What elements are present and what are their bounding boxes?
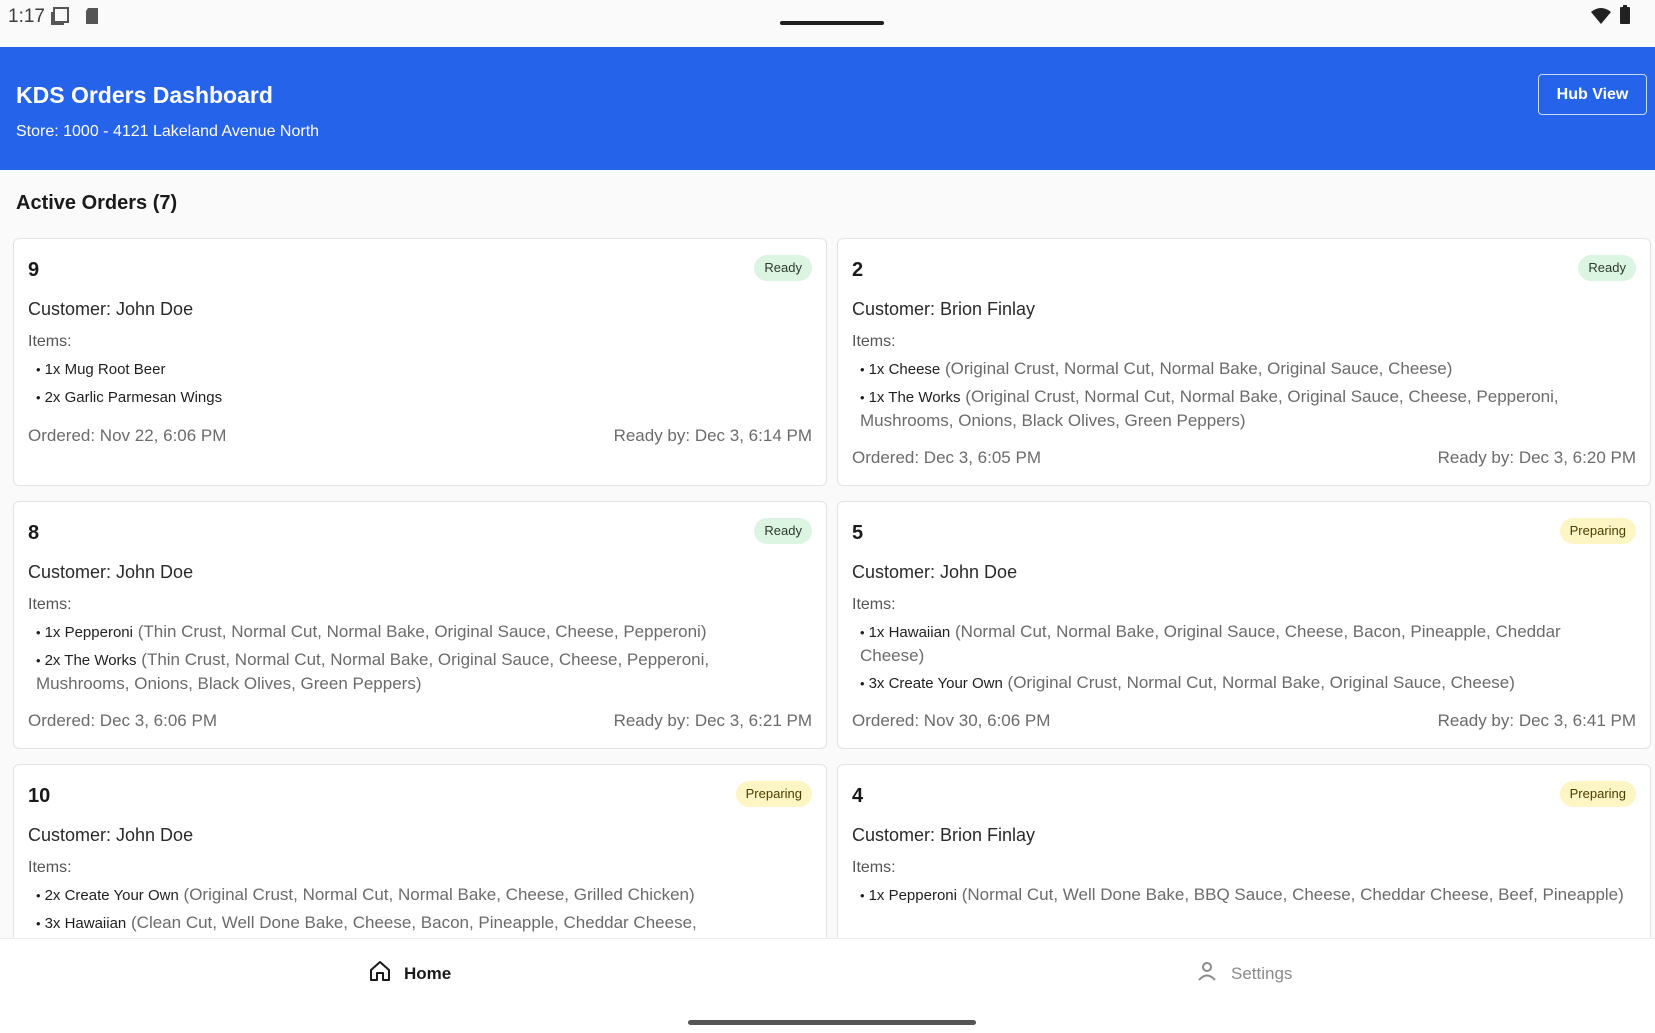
- items-label: Items:: [852, 596, 896, 613]
- person-icon: [1195, 959, 1219, 988]
- status-badge: Preparing: [1559, 781, 1636, 807]
- order-card[interactable]: 4 Preparing Customer: Brion Finlay Items…: [837, 764, 1651, 938]
- item-name: 2x Garlic Parmesan Wings: [44, 389, 223, 406]
- item-name: 3x Create Your Own: [868, 675, 1003, 692]
- items-list: • 1x Mug Root Beer • 2x Garlic Parmesan Wi…: [36, 357, 804, 413]
- ready-by-time: Ready by: Dec 3, 6:41 PM: [1437, 711, 1636, 730]
- items-label: Items:: [852, 859, 896, 876]
- active-orders-title: Active Orders (7): [16, 192, 178, 214]
- hub-view-button[interactable]: Hub View: [1538, 74, 1647, 115]
- top-handle: [780, 21, 884, 25]
- status-time: 1:17: [8, 6, 45, 27]
- items-label: Items:: [852, 333, 896, 350]
- item-details: (Original Crust, Normal Cut, Normal Bake…: [860, 387, 1559, 430]
- item-name: 2x The Works: [44, 652, 137, 669]
- order-number: 4: [852, 785, 864, 807]
- order-card[interactable]: 8 Ready Customer: John Doe Items: • 1x Pe…: [13, 501, 827, 749]
- item-details: (Normal Cut, Normal Bake, Original Sauce…: [860, 622, 1561, 665]
- order-card[interactable]: 10 Preparing Customer: John Doe Items: •…: [13, 764, 827, 938]
- customer-name: Customer: John Doe: [28, 299, 194, 319]
- item-details: (Normal Cut, Well Done Bake, BBQ Sauce, …: [961, 885, 1624, 904]
- status-badge: Preparing: [1559, 518, 1636, 544]
- home-icon: [368, 959, 392, 988]
- order-number: 2: [852, 259, 864, 281]
- items-list: • 1x Hawaiian (Normal Cut, Normal Bake, O…: [860, 620, 1628, 699]
- customer-name: Customer: John Doe: [852, 562, 1018, 582]
- app-header: KDS Orders Dashboard Store: 1000 - 4121 …: [0, 47, 1655, 170]
- page-title: KDS Orders Dashboard: [16, 82, 273, 108]
- item-name: 1x Pepperoni: [868, 887, 957, 904]
- list-item: • 1x Cheese (Original Crust, Normal Cut, …: [860, 359, 1453, 378]
- ordered-time: Ordered: Dec 3, 6:06 PM: [28, 711, 217, 730]
- order-card[interactable]: 9 Ready Customer: John Doe Items: • 1x Mu…: [13, 238, 827, 486]
- item-details: (Clean Cut, Well Done Bake, Cheese, Baco…: [131, 913, 697, 932]
- order-number: 9: [28, 259, 40, 281]
- battery-icon: [1619, 5, 1631, 30]
- list-item: • 3x Create Your Own (Original Crust, Nor…: [860, 673, 1515, 692]
- item-details: (Thin Crust, Normal Cut, Normal Bake, Or…: [36, 650, 710, 693]
- ordered-time: Ordered: Nov 30, 6:06 PM: [852, 711, 1051, 730]
- orders-grid: 9 Ready Customer: John Doe Items: • 1x Mu…: [13, 238, 1652, 938]
- list-item: • 1x Mug Root Beer: [36, 361, 166, 378]
- list-item: • 1x The Works (Original Crust, Normal Cu…: [860, 387, 1559, 430]
- items-list: • 1x Pepperoni (Normal Cut, Well Done Bak…: [860, 883, 1628, 911]
- items-list: • 1x Cheese (Original Crust, Normal Cut, …: [860, 357, 1628, 436]
- ready-by-time: Ready by: Dec 3, 6:20 PM: [1437, 448, 1636, 467]
- item-details: (Thin Crust, Normal Cut, Normal Bake, Or…: [137, 622, 707, 641]
- ordered-time: Ordered: Dec 3, 6:05 PM: [852, 448, 1041, 467]
- item-name: 1x Hawaiian: [868, 624, 951, 641]
- order-number: 8: [28, 522, 40, 544]
- item-name: 1x Pepperoni: [44, 624, 133, 641]
- nav-home-label: Home: [404, 963, 452, 983]
- customer-name: Customer: Brion Finlay: [852, 825, 1036, 845]
- list-item: • 2x Garlic Parmesan Wings: [36, 389, 223, 406]
- ready-by-time: Ready by: Dec 3, 6:21 PM: [613, 711, 812, 730]
- status-badge: Ready: [1578, 255, 1636, 281]
- list-item: • 2x Create Your Own (Original Crust, Nor…: [36, 885, 695, 904]
- wifi-icon: [1590, 7, 1612, 30]
- order-number: 5: [852, 522, 864, 544]
- item-name: 1x The Works: [868, 389, 961, 406]
- list-item: • 1x Hawaiian (Normal Cut, Normal Bake, O…: [860, 622, 1561, 665]
- item-details: (Original Crust, Normal Cut, Normal Bake…: [183, 885, 695, 904]
- item-name: 2x Create Your Own: [44, 887, 179, 904]
- sd-card-icon: [84, 6, 100, 31]
- item-details: (Original Crust, Normal Cut, Normal Bake…: [1007, 673, 1515, 692]
- ordered-time: Ordered: Nov 22, 6:06 PM: [28, 426, 227, 445]
- item-details: (Original Crust, Normal Cut, Normal Bake…: [945, 359, 1453, 378]
- status-badge: Ready: [754, 518, 812, 544]
- screenshot-icon: [50, 6, 70, 31]
- items-list: • 1x Pepperoni (Thin Crust, Normal Cut, N…: [36, 620, 804, 699]
- store-subtitle: Store: 1000 - 4121 Lakeland Avenue North: [16, 123, 320, 140]
- items-label: Items:: [28, 596, 72, 613]
- list-item: • 1x Pepperoni (Thin Crust, Normal Cut, N…: [36, 622, 707, 641]
- list-item: • 3x Hawaiian (Clean Cut, Well Done Bake,…: [36, 913, 697, 932]
- items-label: Items:: [28, 859, 72, 876]
- nav-settings[interactable]: Settings: [1195, 959, 1292, 988]
- order-card[interactable]: 5 Preparing Customer: John Doe Items: • 1…: [837, 501, 1651, 749]
- status-bar: 1:17: [0, 0, 1655, 47]
- item-name: 1x Cheese: [868, 361, 941, 378]
- nav-settings-label: Settings: [1231, 963, 1293, 983]
- item-name: 1x Mug Root Beer: [44, 361, 166, 378]
- items-list: • 2x Create Your Own (Original Crust, Nor…: [36, 883, 804, 938]
- bottom-navigation: Home Settings: [0, 938, 1655, 1033]
- order-number: 10: [28, 785, 51, 807]
- nav-home[interactable]: Home: [368, 959, 451, 988]
- status-badge: Preparing: [735, 781, 812, 807]
- list-item: • 1x Pepperoni (Normal Cut, Well Done Bak…: [860, 885, 1624, 904]
- list-item: • 2x The Works (Thin Crust, Normal Cut, N…: [36, 650, 710, 693]
- customer-name: Customer: John Doe: [28, 562, 194, 582]
- home-indicator: [688, 1020, 976, 1025]
- customer-name: Customer: Brion Finlay: [852, 299, 1036, 319]
- ready-by-time: Ready by: Dec 3, 6:14 PM: [613, 426, 812, 445]
- order-card[interactable]: 2 Ready Customer: Brion Finlay Items: • 1…: [837, 238, 1651, 486]
- items-label: Items:: [28, 333, 72, 350]
- item-name: 3x Hawaiian: [44, 915, 127, 932]
- status-badge: Ready: [754, 255, 812, 281]
- customer-name: Customer: John Doe: [28, 825, 194, 845]
